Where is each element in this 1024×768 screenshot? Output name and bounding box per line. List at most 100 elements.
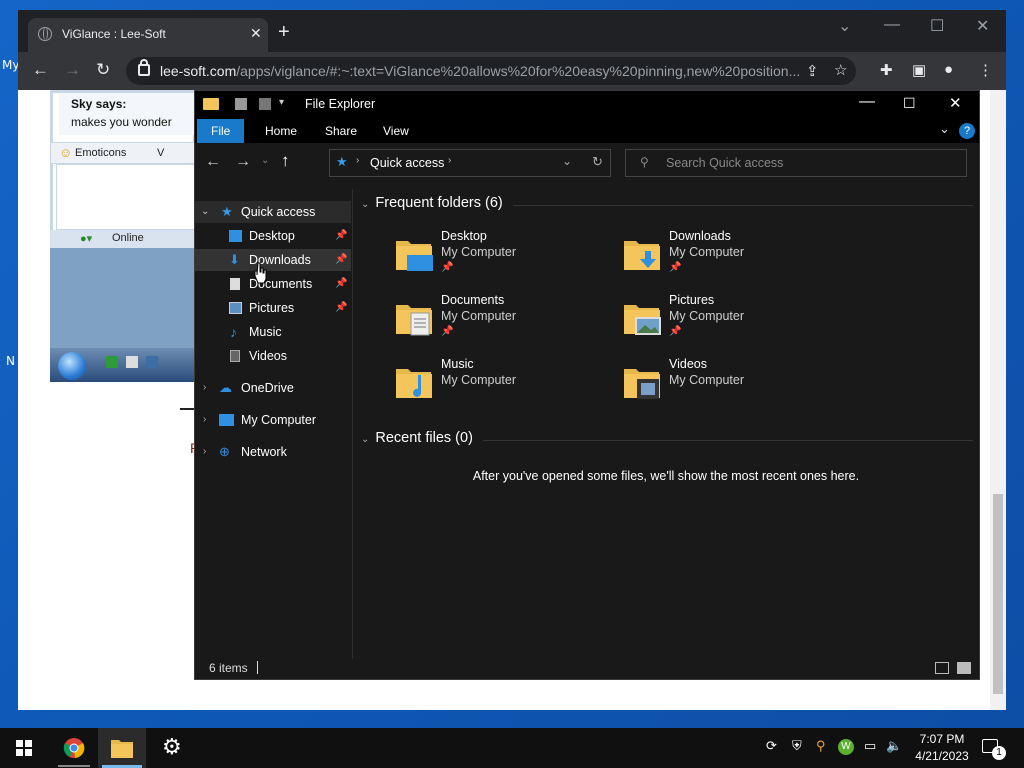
profile-icon[interactable]: ● — [944, 61, 953, 78]
chevron-right-icon[interactable]: › — [448, 155, 451, 166]
back-arrow-icon[interactable]: ← — [205, 153, 221, 171]
chevron-down-icon[interactable]: ⌄ — [201, 201, 209, 223]
chevron-right-icon[interactable]: › — [203, 377, 206, 399]
chevron-down-icon[interactable]: ⌄ — [361, 199, 369, 210]
share-icon[interactable]: ⇪ — [806, 62, 819, 80]
sidebar-item-music[interactable]: ♪ Music — [195, 321, 351, 343]
recent-locations-icon[interactable]: ⌄ — [261, 155, 269, 166]
computer-icon — [219, 414, 234, 426]
folder-tile-music[interactable]: Music My Computer — [395, 357, 615, 413]
chevron-right-icon: › — [356, 155, 360, 166]
group-title: Frequent folders (6) — [375, 195, 503, 211]
new-folder-icon[interactable] — [259, 98, 271, 110]
pin-icon[interactable]: 📌 — [335, 273, 347, 295]
sidebar-item-quick-access[interactable]: ⌄ ★ Quick access — [195, 201, 351, 223]
app-tray-icon[interactable]: W — [838, 739, 854, 755]
qat-dropdown-icon[interactable]: ▾ — [279, 97, 284, 108]
sidebar-item-pictures[interactable]: Pictures 📌 — [195, 297, 351, 319]
taskbar-chrome[interactable] — [50, 728, 98, 768]
folder-tile-downloads[interactable]: Downloads My Computer 📌 — [623, 229, 843, 285]
desktop-icon-label: My — [2, 58, 20, 72]
magnifier-icon[interactable]: ⚲ — [816, 738, 826, 754]
globe-icon — [38, 27, 52, 41]
properties-icon[interactable] — [235, 98, 247, 110]
pin-icon[interactable]: 📌 — [335, 297, 347, 319]
expand-ribbon-icon[interactable]: ⌄ — [939, 121, 950, 137]
address-box[interactable]: ★ › Quick access › ⌄ ↻ — [329, 149, 611, 177]
close-button[interactable]: ✕ — [949, 94, 962, 112]
menu-icon[interactable]: ⋮ — [978, 61, 993, 79]
recent-files-header[interactable]: ⌄ Recent files (0) — [361, 430, 473, 446]
chevron-down-icon[interactable]: ⌄ — [361, 434, 369, 445]
sidebar-item-desktop[interactable]: Desktop 📌 — [195, 225, 351, 247]
large-icons-view-icon[interactable] — [957, 662, 971, 674]
folder-tile-documents[interactable]: Documents My Computer 📌 — [395, 293, 615, 349]
refresh-icon[interactable]: ↻ — [592, 154, 603, 170]
sidebar-item-onedrive[interactable]: › ☁ OneDrive — [195, 377, 351, 399]
back-arrow-icon[interactable]: ← — [32, 60, 49, 80]
browser-tab[interactable]: ViGlance : Lee-Soft ✕ — [28, 18, 268, 52]
address-bar[interactable]: lee-soft.com/apps/viglance/#:~:text=ViGl… — [126, 57, 856, 85]
folder-tile-pictures[interactable]: Pictures My Computer 📌 — [623, 293, 843, 349]
close-tab-icon[interactable]: ✕ — [250, 25, 262, 42]
tab-file[interactable]: File — [197, 119, 245, 143]
star-icon[interactable]: ☆ — [834, 61, 847, 79]
frequent-folders-header[interactable]: ⌄ Frequent folders (6) — [361, 195, 503, 211]
taskbar-settings[interactable]: ⚙ — [148, 728, 196, 768]
address-dropdown-icon[interactable]: ⌄ — [562, 154, 572, 168]
chat-input — [56, 164, 196, 230]
start-button[interactable] — [0, 728, 48, 768]
sidebar-item-videos[interactable]: Videos — [195, 345, 351, 367]
pin-icon[interactable]: 📌 — [335, 249, 347, 271]
tab-share[interactable]: Share — [311, 119, 371, 143]
tab-home[interactable]: Home — [251, 119, 311, 143]
network-icon[interactable]: ▭ — [864, 738, 876, 754]
up-arrow-icon[interactable]: ↑ — [281, 151, 290, 171]
breadcrumb[interactable]: Quick access — [370, 156, 444, 170]
volume-icon[interactable]: 🔈 — [886, 738, 902, 754]
forward-arrow-icon[interactable]: → — [235, 153, 251, 171]
clock-date[interactable]: 4/21/2023 — [912, 749, 972, 763]
sidebar-item-documents[interactable]: Documents 📌 — [195, 273, 351, 295]
taskbar-file-explorer[interactable] — [98, 728, 146, 768]
sidebar-item-downloads[interactable]: ⬇ Downloads 📌 — [195, 249, 351, 271]
search-box[interactable]: ⚲ Search Quick access — [625, 149, 967, 177]
minimize-button[interactable]: — — [859, 93, 875, 111]
tab-view[interactable]: View — [369, 119, 423, 143]
forward-arrow-icon[interactable]: → — [64, 60, 81, 80]
details-view-icon[interactable] — [935, 662, 949, 674]
folder-location: My Computer — [669, 373, 745, 387]
shield-icon[interactable]: ⛨ — [792, 738, 802, 754]
folder-location: My Computer — [441, 373, 517, 387]
clock-time[interactable]: 7:07 PM — [916, 732, 968, 746]
tab-search-icon[interactable]: ⌄ — [838, 16, 851, 36]
sidebar-item-my-computer[interactable]: › My Computer — [195, 409, 351, 431]
extensions-icon[interactable]: ✚ — [880, 61, 893, 79]
sidebar-item-network[interactable]: › ⊕ Network — [195, 441, 351, 463]
help-icon[interactable]: ? — [959, 123, 975, 139]
chevron-right-icon[interactable]: › — [203, 441, 206, 463]
minimize-button[interactable]: — — [884, 16, 900, 34]
download-arrow-icon: ⬇ — [229, 252, 240, 267]
divider — [483, 440, 973, 441]
pin-icon[interactable]: 📌 — [335, 225, 347, 247]
pin-icon: 📌 — [441, 326, 454, 337]
close-window-button[interactable]: ✕ — [976, 16, 989, 36]
embedded-desktop — [50, 248, 196, 352]
folder-documents-icon — [396, 305, 432, 336]
maximize-button[interactable]: ☐ — [930, 16, 944, 36]
folder-name: Downloads — [669, 229, 731, 243]
file-explorer-window: ▾ File Explorer — ☐ ✕ File Home Share Vi… — [194, 90, 980, 680]
maximize-button[interactable]: ☐ — [903, 95, 916, 112]
folder-tile-videos[interactable]: Videos My Computer — [623, 357, 843, 413]
url-text: lee-soft.com/apps/viglance/#:~:text=ViGl… — [160, 63, 801, 79]
new-tab-button[interactable]: + — [278, 22, 290, 42]
folder-tile-desktop[interactable]: Desktop My Computer 📌 — [395, 229, 615, 285]
tray-icon[interactable]: ⟳ — [766, 738, 777, 754]
search-input[interactable]: Search Quick access — [666, 156, 783, 170]
video-icon — [230, 350, 240, 362]
chevron-right-icon[interactable]: › — [203, 409, 206, 431]
side-panel-icon[interactable]: ▣ — [912, 61, 926, 79]
reload-icon[interactable]: ↻ — [96, 60, 110, 80]
page-scrollbar[interactable] — [990, 90, 1006, 710]
